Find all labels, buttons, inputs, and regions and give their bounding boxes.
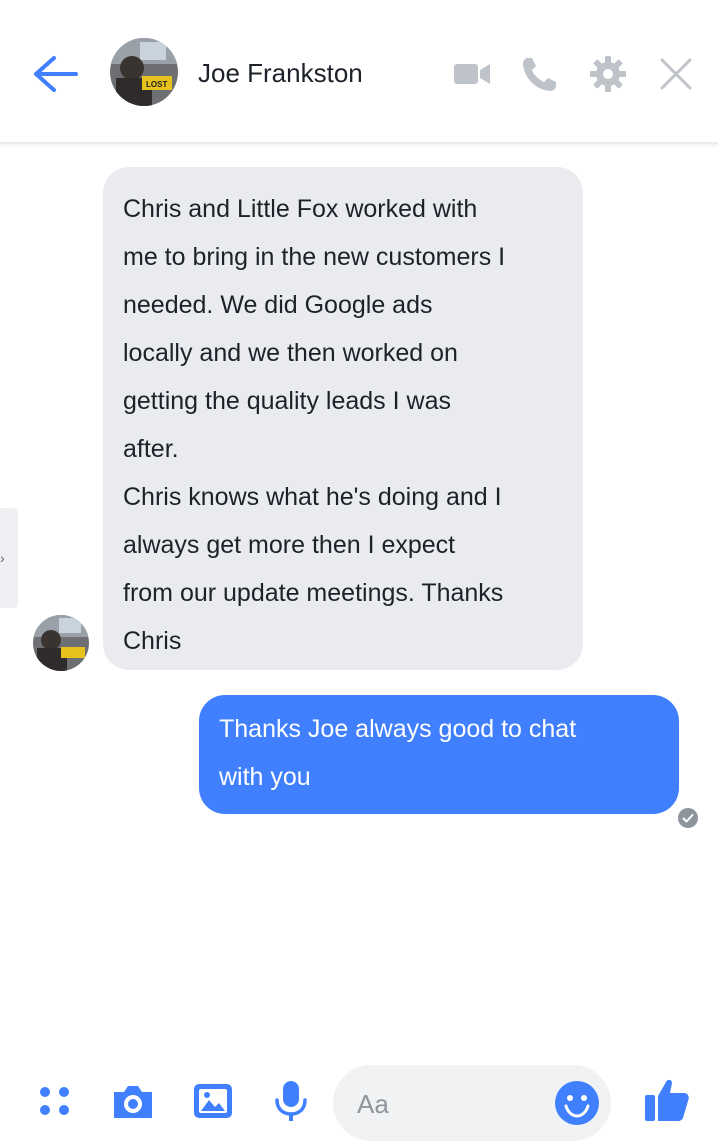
message-line: Chris (123, 627, 182, 655)
chevron-right-icon: › (0, 550, 5, 566)
video-camera-icon[interactable] (452, 54, 492, 94)
messenger-chat-window: LOST Joe Frankston › Chris and Little Fo… (0, 0, 718, 1146)
photo-icon[interactable] (190, 1078, 236, 1124)
apps-grid-icon[interactable] (34, 1078, 80, 1124)
outgoing-message-bubble[interactable]: Thanks Joe always good to chat with you (199, 695, 679, 814)
message-line: Thanks Joe always good to chat (219, 715, 577, 743)
back-arrow-icon[interactable] (30, 52, 80, 96)
close-icon[interactable] (656, 54, 696, 94)
message-line: from our update meetings. Thanks (123, 579, 504, 607)
message-line: getting the quality leads I was (123, 387, 451, 415)
message-line: always get more then I expect (123, 531, 456, 559)
camera-icon[interactable] (110, 1078, 156, 1124)
message-line: locally and we then worked on (123, 339, 458, 367)
side-drawer-tab[interactable]: › (0, 508, 18, 608)
thumbs-up-icon[interactable] (642, 1074, 689, 1121)
message-input-wrapper (333, 1065, 611, 1141)
message-input[interactable] (355, 1083, 559, 1125)
gear-icon[interactable] (588, 54, 628, 94)
incoming-message-bubble[interactable]: Chris and Little Fox worked with me to b… (103, 167, 583, 670)
seen-check-icon (678, 808, 698, 828)
message-line: with you (219, 763, 311, 791)
microphone-icon[interactable] (268, 1078, 314, 1124)
chat-header: LOST Joe Frankston (0, 0, 718, 144)
contact-name[interactable]: Joe Frankston (198, 58, 363, 89)
emoji-icon[interactable] (553, 1079, 601, 1127)
message-line: Chris and Little Fox worked with (123, 195, 478, 223)
message-line: needed. We did Google ads (123, 291, 433, 319)
message-line: after. (123, 435, 179, 463)
sender-avatar[interactable] (33, 615, 89, 671)
phone-icon[interactable] (520, 54, 560, 94)
message-line: me to bring in the new customers I (123, 243, 506, 271)
avatar-sign-text: LOST (146, 80, 167, 89)
message-line: Chris knows what he's doing and I (123, 483, 502, 511)
contact-avatar[interactable]: LOST (110, 38, 178, 106)
